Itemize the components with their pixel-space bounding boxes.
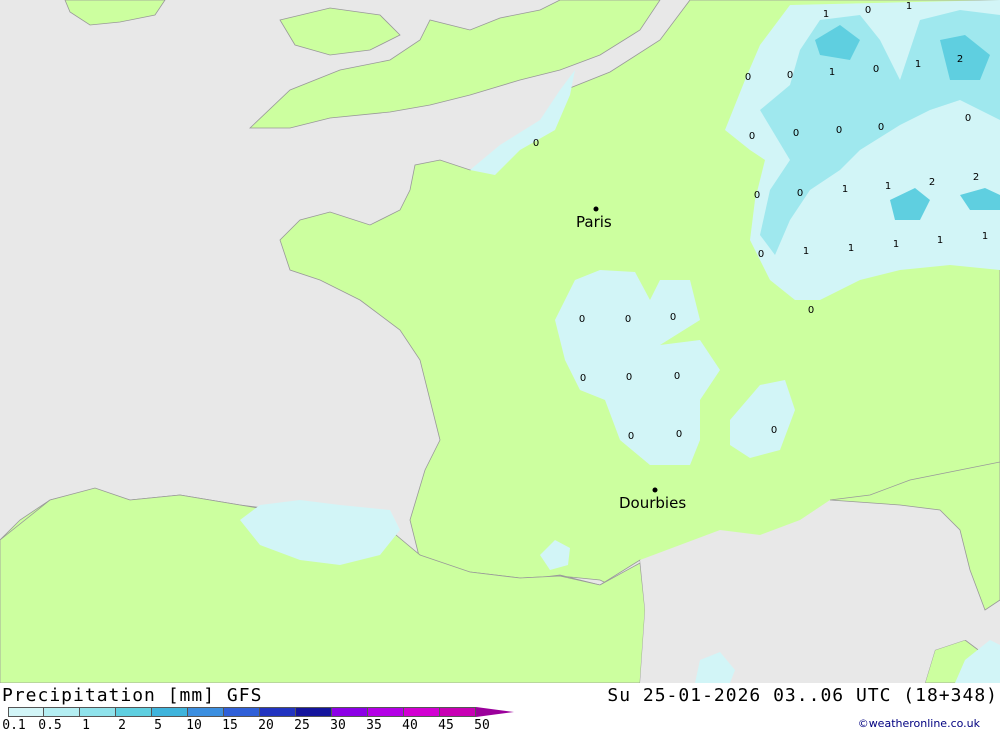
city-label-paris: Paris: [576, 213, 612, 231]
precip-value: 0: [533, 138, 539, 149]
scale-tick-label: 0.1: [2, 718, 26, 733]
precip-value: 0: [836, 125, 842, 136]
color-scale-labels: 0.1 0.5 1 2 5 10 15 20 25 30 35 40 45 50: [0, 718, 560, 733]
precip-value: 1: [842, 184, 848, 195]
scale-swatch: [332, 707, 368, 717]
precip-value: 0: [878, 122, 884, 133]
scale-tick-label: 45: [438, 718, 454, 733]
scale-arrow: [476, 707, 514, 717]
precip-value: 0: [579, 314, 585, 325]
map-title: Precipitation [mm] GFS: [2, 685, 263, 706]
scale-swatch: [8, 707, 44, 717]
precip-value: 1: [848, 243, 854, 254]
precip-value: 0: [745, 72, 751, 83]
precip-value: 1: [885, 181, 891, 192]
scale-swatch: [260, 707, 296, 717]
precip-value: 0: [808, 305, 814, 316]
precip-value: 1: [829, 67, 835, 78]
precip-value: 0: [580, 373, 586, 384]
precip-value: 1: [915, 59, 921, 70]
precip-value: 0: [626, 372, 632, 383]
scale-tick-label: 1: [82, 718, 90, 733]
precip-value: 0: [965, 113, 971, 124]
precip-value: 1: [823, 9, 829, 20]
scale-tick-label: 40: [402, 718, 418, 733]
scale-tick-label: 15: [222, 718, 238, 733]
scale-swatch: [116, 707, 152, 717]
precip-value: 2: [957, 54, 963, 65]
precip-value: 0: [676, 429, 682, 440]
scale-swatch: [80, 707, 116, 717]
precip-value: 2: [929, 177, 935, 188]
scale-tick-label: 30: [330, 718, 346, 733]
city-label-dourbies: Dourbies: [619, 494, 686, 512]
precip-value: 1: [982, 231, 988, 242]
scale-swatch: [296, 707, 332, 717]
scale-tick-label: 5: [154, 718, 162, 733]
precip-value: 0: [758, 249, 764, 260]
scale-swatch: [188, 707, 224, 717]
map-canvas: Paris Dourbies 1 0 1 1 0 1 0 2 0 0 0 0 0…: [0, 0, 1000, 683]
color-scale: [8, 707, 514, 717]
precip-value: 0: [865, 5, 871, 16]
precip-value: 0: [749, 131, 755, 142]
precip-value: 0: [787, 70, 793, 81]
scale-tick-label: 50: [474, 718, 490, 733]
scale-swatch: [152, 707, 188, 717]
scale-swatch: [224, 707, 260, 717]
precip-value: 0: [754, 190, 760, 201]
precip-value: 0: [873, 64, 879, 75]
credit-link[interactable]: ©weatheronline.co.uk: [858, 717, 980, 730]
scale-tick-label: 35: [366, 718, 382, 733]
scale-tick-label: 10: [186, 718, 202, 733]
precip-value: 0: [670, 312, 676, 323]
scale-tick-label: 0.5: [38, 718, 62, 733]
precipitation-map[interactable]: Paris Dourbies 1 0 1 1 0 1 0 2 0 0 0 0 0…: [0, 0, 1000, 683]
precip-value: 0: [674, 371, 680, 382]
map-footer: Precipitation [mm] GFS Su 25-01-2026 03.…: [0, 683, 1000, 733]
scale-swatch: [44, 707, 80, 717]
precip-value: 1: [937, 235, 943, 246]
scale-swatch: [440, 707, 476, 717]
scale-swatch: [404, 707, 440, 717]
forecast-time: Su 25-01-2026 03..06 UTC (18+348): [607, 685, 998, 706]
precip-value: 0: [793, 128, 799, 139]
precip-value: 0: [628, 431, 634, 442]
scale-swatch: [368, 707, 404, 717]
scale-tick-label: 2: [118, 718, 126, 733]
precip-value: 2: [973, 172, 979, 183]
paris-marker: [593, 206, 599, 212]
dourbies-marker: [652, 487, 658, 493]
precip-value: 0: [797, 188, 803, 199]
scale-tick-label: 25: [294, 718, 310, 733]
precip-value: 1: [893, 239, 899, 250]
precip-value: 1: [803, 246, 809, 257]
precip-value: 0: [625, 314, 631, 325]
precip-value: 0: [771, 425, 777, 436]
precip-value: 1: [906, 1, 912, 12]
scale-tick-label: 20: [258, 718, 274, 733]
